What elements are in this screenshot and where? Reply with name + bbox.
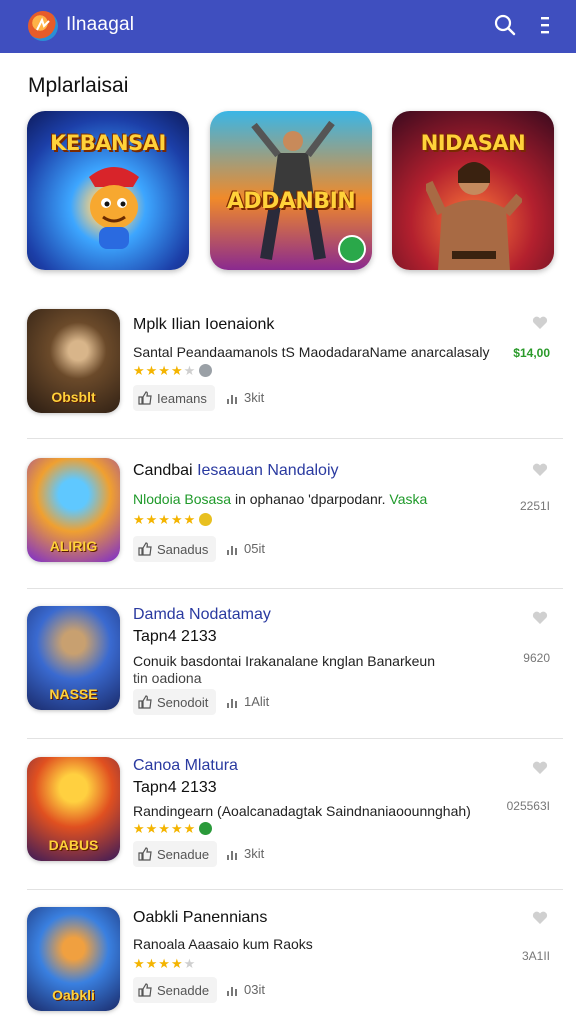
item-version: Tapn4 2133 — [133, 628, 217, 645]
item-title: Damda Nodatamay — [133, 606, 271, 623]
app-title: Ilnaagal — [66, 14, 135, 35]
item-title: Oabkli Panennians — [133, 909, 268, 926]
item-title: Candbai Iesaauan Nandaloiy — [133, 462, 339, 479]
favorite-icon[interactable] — [532, 761, 548, 775]
item-subtitle: Santal Peandaamanols tS MaodadaraName an… — [133, 344, 490, 360]
download-count: 3kit — [226, 390, 264, 405]
item-title: Mplk Ilian Ioenaionk — [133, 316, 275, 333]
thumbs-up-icon — [138, 695, 152, 709]
like-button[interactable]: Ieamans — [133, 385, 215, 411]
app-thumbnail: DABUS — [27, 757, 120, 861]
item-subtitle-2: tin oadiona — [133, 670, 202, 686]
like-button[interactable]: Senodoit — [133, 689, 217, 715]
like-label: Sanadus — [157, 541, 209, 557]
divider — [27, 438, 563, 439]
rating-stars: ★★★★★ — [133, 363, 213, 379]
divider — [27, 738, 563, 739]
app-thumbnail: Obsblt — [27, 309, 120, 413]
thumbs-up-icon — [138, 983, 152, 997]
item-meta: 2251I — [519, 499, 550, 513]
rating-stars: ★★★★★ — [133, 821, 213, 837]
app-thumbnail: Oabkli — [27, 907, 120, 1011]
thumbs-up-icon — [138, 542, 152, 556]
chart-icon — [227, 986, 237, 996]
featured-card[interactable]: NIDASAN — [392, 111, 554, 270]
thumbnail-label: DABUS — [48, 837, 99, 853]
like-label: Ieamans — [157, 390, 207, 406]
chart-icon — [227, 394, 237, 404]
divider — [27, 889, 563, 890]
chart-icon — [227, 545, 237, 555]
download-count: 1Alit — [226, 694, 269, 709]
favorite-icon[interactable] — [532, 911, 548, 925]
rating-stars: ★★★★★ — [133, 512, 213, 528]
item-title: Canoa Mlatura — [133, 757, 238, 774]
overflow-menu-icon[interactable] — [534, 12, 556, 38]
section-title: Mplarlaisai — [28, 74, 129, 97]
item-meta: 025563I — [506, 799, 550, 813]
favorite-icon[interactable] — [532, 316, 548, 330]
like-label: Senadue — [157, 846, 210, 862]
app-bar: Ilnaagal — [0, 0, 576, 53]
rating-stars: ★★★★★ — [133, 956, 197, 971]
thumbnail-label: Obsblt — [51, 389, 96, 405]
like-label: Senadde — [157, 982, 210, 998]
featured-card-title: KEBANSAI — [50, 131, 166, 155]
app-logo-icon — [28, 11, 58, 41]
like-label: Senodoit — [157, 694, 209, 710]
item-version: Tapn4 2133 — [133, 779, 217, 796]
item-meta: 9620 — [523, 651, 550, 665]
favorite-icon[interactable] — [532, 463, 548, 477]
chart-icon — [227, 850, 237, 860]
item-meta: 3A1II — [521, 949, 550, 963]
item-subtitle: Conuik basdontai Irakanalane knglan Bana… — [133, 653, 435, 669]
app-thumbnail: NASSE — [27, 606, 120, 710]
item-subtitle: Nlodoia Bosasa in ophanao 'dparpodanr. V… — [133, 491, 428, 507]
chart-icon — [227, 698, 237, 708]
featured-card-title: NIDASAN — [420, 131, 526, 155]
download-count: 05it — [226, 541, 265, 556]
like-button[interactable]: Senadde — [133, 977, 218, 1003]
like-button[interactable]: Sanadus — [133, 536, 217, 562]
thumbs-up-icon — [138, 847, 152, 861]
app-thumbnail: ALIRIG — [27, 458, 120, 562]
featured-card[interactable]: KEBANSAI — [27, 111, 189, 270]
item-subtitle: Randingearn (Aoalcanadagtak Saindnaniaoo… — [133, 803, 471, 819]
thumbnail-label: ALIRIG — [49, 538, 98, 554]
badge-icon — [199, 822, 213, 835]
thumbnail-label: NASSE — [49, 686, 98, 702]
thumbnail-label: Oabkli — [52, 987, 95, 1003]
like-button[interactable]: Senadue — [133, 841, 218, 867]
featured-card[interactable]: ADDANBIN — [210, 111, 372, 270]
divider — [27, 588, 563, 589]
thumbs-up-icon — [138, 391, 152, 405]
featured-card-title: ADDANBIN — [226, 189, 356, 214]
search-icon[interactable] — [492, 12, 518, 38]
download-count: 3kit — [226, 846, 264, 861]
badge-icon — [199, 513, 213, 526]
item-price: $14,00 — [513, 346, 550, 360]
item-subtitle: Ranoala Aaasaio kum Raoks — [133, 936, 313, 952]
info-icon — [199, 364, 213, 377]
favorite-icon[interactable] — [532, 611, 548, 625]
featured-carousel: KEBANSAI ADDANBIN NIDASAN — [27, 111, 555, 271]
download-count: 03it — [226, 982, 265, 997]
